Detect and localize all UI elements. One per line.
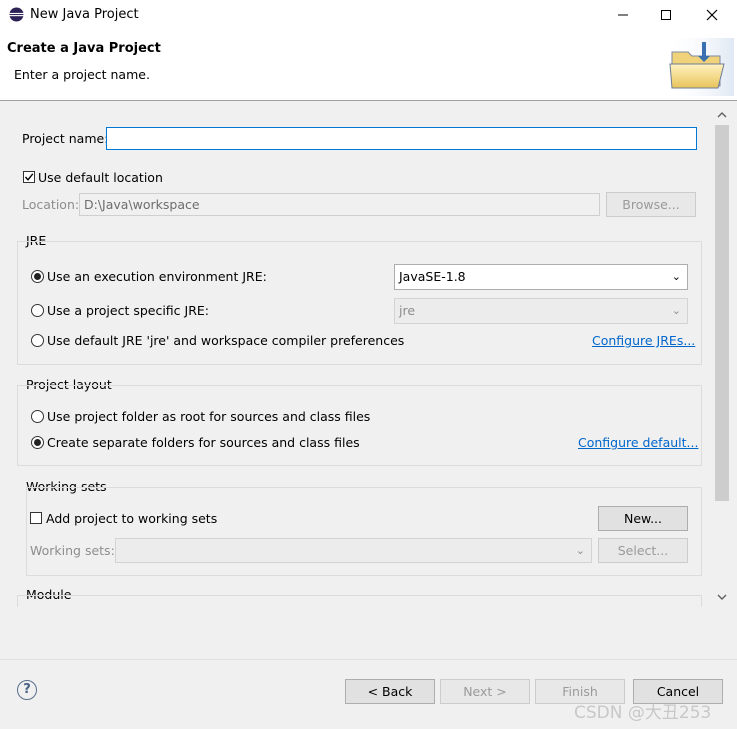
project-specific-jre-value: jre	[399, 303, 416, 318]
radio-selected-dot	[34, 273, 41, 280]
layout-project-root-radio[interactable]	[31, 410, 44, 423]
location-label: Location:	[22, 197, 80, 212]
eclipse-app-icon	[9, 7, 24, 22]
scroll-down-icon[interactable]	[716, 592, 728, 602]
use-default-location-checkbox[interactable]	[23, 171, 35, 183]
layout-separate-folders-radio[interactable]	[31, 436, 44, 449]
add-to-working-sets-label: Add project to working sets	[46, 511, 218, 526]
working-sets-select[interactable]: ⌄	[115, 538, 592, 563]
new-java-project-banner-icon	[666, 38, 734, 96]
help-icon[interactable]: ?	[17, 680, 37, 700]
page-subtitle: Enter a project name.	[14, 67, 150, 82]
back-button[interactable]: < Back	[345, 679, 435, 704]
project-specific-jre-select[interactable]: jre ⌄	[394, 298, 688, 324]
module-group	[17, 595, 702, 607]
location-field[interactable]: D:\Java\workspace	[79, 193, 600, 216]
minimize-button[interactable]	[609, 4, 637, 26]
watermark: CSDN @大丑253	[574, 703, 712, 723]
project-name-label: Project name:	[22, 131, 109, 146]
close-button[interactable]	[698, 4, 726, 26]
page-title: Create a Java Project	[7, 41, 161, 56]
layout-project-root-label: Use project folder as root for sources a…	[47, 409, 371, 424]
maximize-icon	[661, 10, 671, 20]
minimize-icon	[618, 14, 628, 16]
jre-project-specific-label: Use a project specific JRE:	[47, 303, 209, 318]
jre-default-radio[interactable]	[31, 334, 44, 347]
maximize-button[interactable]	[652, 4, 680, 26]
scrollbar-thumb[interactable]	[715, 125, 729, 501]
scroll-up-icon[interactable]	[716, 110, 728, 120]
footer-separator	[0, 659, 737, 660]
execution-env-select[interactable]: JavaSE-1.8 ⌄	[394, 264, 688, 290]
working-sets-label: Working sets:	[30, 543, 115, 558]
configure-default-link[interactable]: Configure default...	[578, 435, 698, 450]
use-default-location-label: Use default location	[38, 170, 163, 185]
execution-env-value: JavaSE-1.8	[399, 269, 466, 284]
add-to-working-sets-checkbox[interactable]	[30, 512, 42, 524]
jre-default-label: Use default JRE 'jre' and workspace comp…	[47, 333, 405, 348]
chevron-down-icon: ⌄	[671, 304, 681, 317]
configure-jres-link[interactable]: Configure JREs...	[592, 333, 695, 348]
project-layout-group	[17, 385, 702, 466]
radio-selected-dot	[34, 439, 41, 446]
checkmark-icon	[24, 173, 34, 181]
new-working-set-button[interactable]: New...	[598, 506, 688, 531]
jre-project-specific-radio[interactable]	[31, 304, 44, 317]
jre-execution-env-radio[interactable]	[31, 270, 44, 283]
chevron-down-icon: ⌄	[671, 270, 681, 283]
select-working-sets-button[interactable]: Select...	[598, 538, 688, 563]
jre-execution-env-label: Use an execution environment JRE:	[47, 269, 267, 284]
chevron-down-icon: ⌄	[575, 544, 585, 557]
window-title: New Java Project	[30, 7, 139, 22]
project-name-input[interactable]	[106, 127, 697, 150]
layout-separate-folders-label: Create separate folders for sources and …	[47, 435, 360, 450]
close-icon	[706, 9, 718, 21]
next-button[interactable]: Next >	[440, 679, 530, 704]
browse-button[interactable]: Browse...	[606, 192, 696, 217]
